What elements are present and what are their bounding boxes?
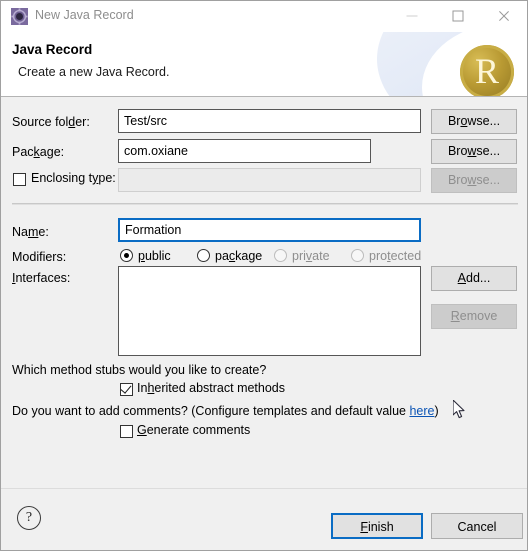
source-folder-label: Source folder: bbox=[12, 115, 90, 129]
page-title: Java Record bbox=[12, 42, 93, 57]
radio-dot bbox=[124, 253, 129, 258]
interfaces-list[interactable] bbox=[118, 266, 421, 356]
maximize-icon bbox=[452, 10, 464, 22]
configure-templates-link[interactable]: here bbox=[409, 404, 434, 418]
inherited-abstract-methods-checkbox[interactable] bbox=[120, 382, 133, 396]
name-input[interactable] bbox=[118, 218, 421, 242]
inherited-abstract-methods-label: Inherited abstract methods bbox=[137, 381, 286, 395]
name-label: Name: bbox=[12, 225, 49, 239]
minimize-icon bbox=[406, 15, 418, 17]
logo-letter: R bbox=[474, 51, 499, 91]
close-icon bbox=[498, 10, 511, 23]
source-folder-browse-button[interactable]: Browse... bbox=[431, 109, 517, 134]
page-description: Create a new Java Record. bbox=[18, 65, 170, 79]
window-title: New Java Record bbox=[35, 8, 134, 22]
title-bar: New Java Record bbox=[1, 1, 527, 32]
interfaces-label: Interfaces: bbox=[12, 271, 71, 285]
modifier-label-package: package bbox=[215, 249, 263, 263]
modifier-label-public: public bbox=[138, 249, 171, 263]
section-separator bbox=[12, 203, 518, 205]
generate-comments-checkbox[interactable] bbox=[120, 425, 133, 438]
modifiers-label: Modifiers: bbox=[12, 250, 67, 264]
package-browse-button[interactable]: Browse... bbox=[431, 139, 517, 164]
package-label: Package: bbox=[12, 145, 65, 159]
enclosing-type-browse-button: Browse... bbox=[431, 168, 517, 193]
modifier-radio-public[interactable] bbox=[120, 249, 133, 262]
new-java-record-dialog: New Java Record Java Record Create a new… bbox=[0, 0, 528, 551]
interfaces-remove-button: Remove bbox=[431, 304, 517, 329]
enclosing-type-input bbox=[118, 168, 421, 192]
close-button[interactable] bbox=[481, 1, 527, 31]
cancel-button[interactable]: Cancel bbox=[431, 513, 523, 539]
finish-button[interactable]: Finish bbox=[331, 513, 423, 539]
eclipse-wizard-icon bbox=[11, 8, 28, 25]
minimize-button[interactable] bbox=[389, 1, 435, 31]
enclosing-type-label: Enclosing type: bbox=[31, 171, 116, 185]
source-folder-input[interactable] bbox=[118, 109, 421, 133]
modifier-radio-package[interactable] bbox=[197, 249, 210, 262]
comments-question: Do you want to add comments? (Configure … bbox=[12, 404, 439, 418]
enclosing-type-checkbox[interactable] bbox=[13, 173, 26, 186]
package-input[interactable] bbox=[118, 139, 371, 163]
dialog-body: Source folder: Browse... Package: Browse… bbox=[1, 97, 527, 489]
interfaces-add-button[interactable]: Add... bbox=[431, 266, 517, 291]
modifier-label-protected: protected bbox=[369, 249, 422, 263]
modifier-radio-protected bbox=[351, 249, 364, 262]
modifier-radio-private bbox=[274, 249, 287, 262]
wizard-header: Java Record Create a new Java Record. R bbox=[1, 32, 527, 97]
modifier-label-private: private bbox=[292, 249, 330, 263]
help-icon[interactable]: ? bbox=[17, 506, 41, 530]
generate-comments-label: Generate comments bbox=[137, 423, 251, 437]
maximize-button[interactable] bbox=[435, 1, 481, 31]
java-record-logo: R bbox=[460, 45, 514, 96]
method-stubs-question: Which method stubs would you like to cre… bbox=[12, 363, 267, 377]
checkmark-icon bbox=[120, 382, 132, 394]
